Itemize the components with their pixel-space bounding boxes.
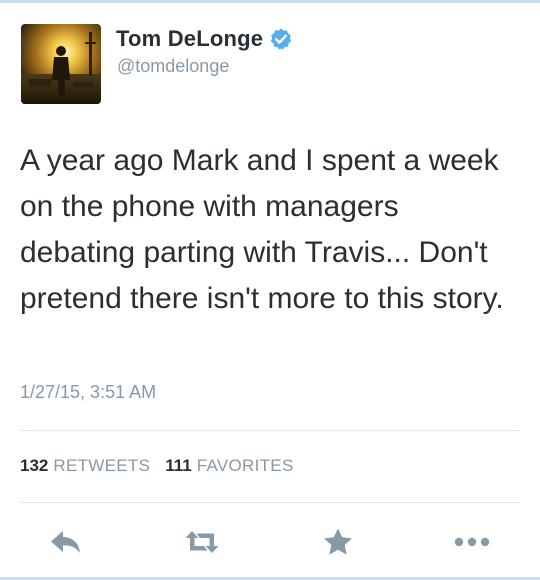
user-name[interactable]: Tom DeLonge — [116, 26, 263, 52]
avatar[interactable] — [21, 24, 101, 104]
retweets-count[interactable]: 132 — [20, 456, 48, 476]
tweet-stats: 132 RETWEETS 111 FAVORITES — [20, 456, 309, 476]
more-icon — [454, 537, 490, 547]
divider — [20, 430, 520, 431]
user-handle[interactable]: @tomdelonge — [117, 56, 229, 77]
divider — [20, 502, 520, 503]
favorites-count[interactable]: 111 — [165, 456, 192, 476]
avatar-photo — [21, 24, 101, 104]
favorite-button[interactable] — [318, 522, 358, 562]
verified-badge-icon — [269, 27, 293, 51]
reply-icon — [51, 531, 80, 553]
retweet-button[interactable] — [182, 522, 222, 562]
tweet-actions — [0, 522, 540, 562]
tweet-timestamp[interactable]: 1/27/15, 3:51 AM — [20, 382, 156, 403]
retweets-label[interactable]: RETWEETS — [53, 456, 150, 476]
favorites-label[interactable]: FAVORITES — [197, 456, 294, 476]
reply-button[interactable] — [46, 522, 86, 562]
more-button[interactable] — [452, 522, 492, 562]
top-border — [0, 0, 540, 3]
tweet-text: A year ago Mark and I spent a week on th… — [20, 144, 504, 315]
retweet-icon — [185, 531, 219, 553]
star-icon — [324, 528, 352, 555]
user-name-row: Tom DeLonge — [116, 24, 293, 54]
